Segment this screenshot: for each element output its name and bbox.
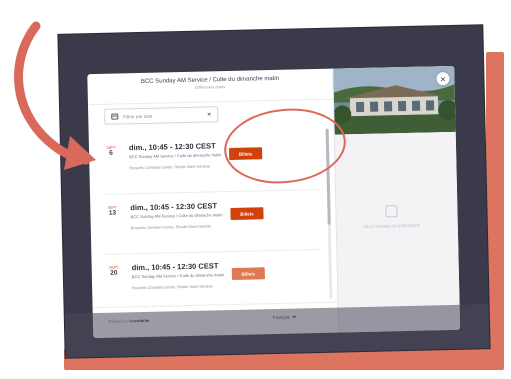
annotation-circle [224, 108, 346, 184]
annotation-arrowhead [64, 136, 96, 170]
annotation-overlay [14, 21, 346, 184]
annotation-arrow [14, 21, 91, 165]
